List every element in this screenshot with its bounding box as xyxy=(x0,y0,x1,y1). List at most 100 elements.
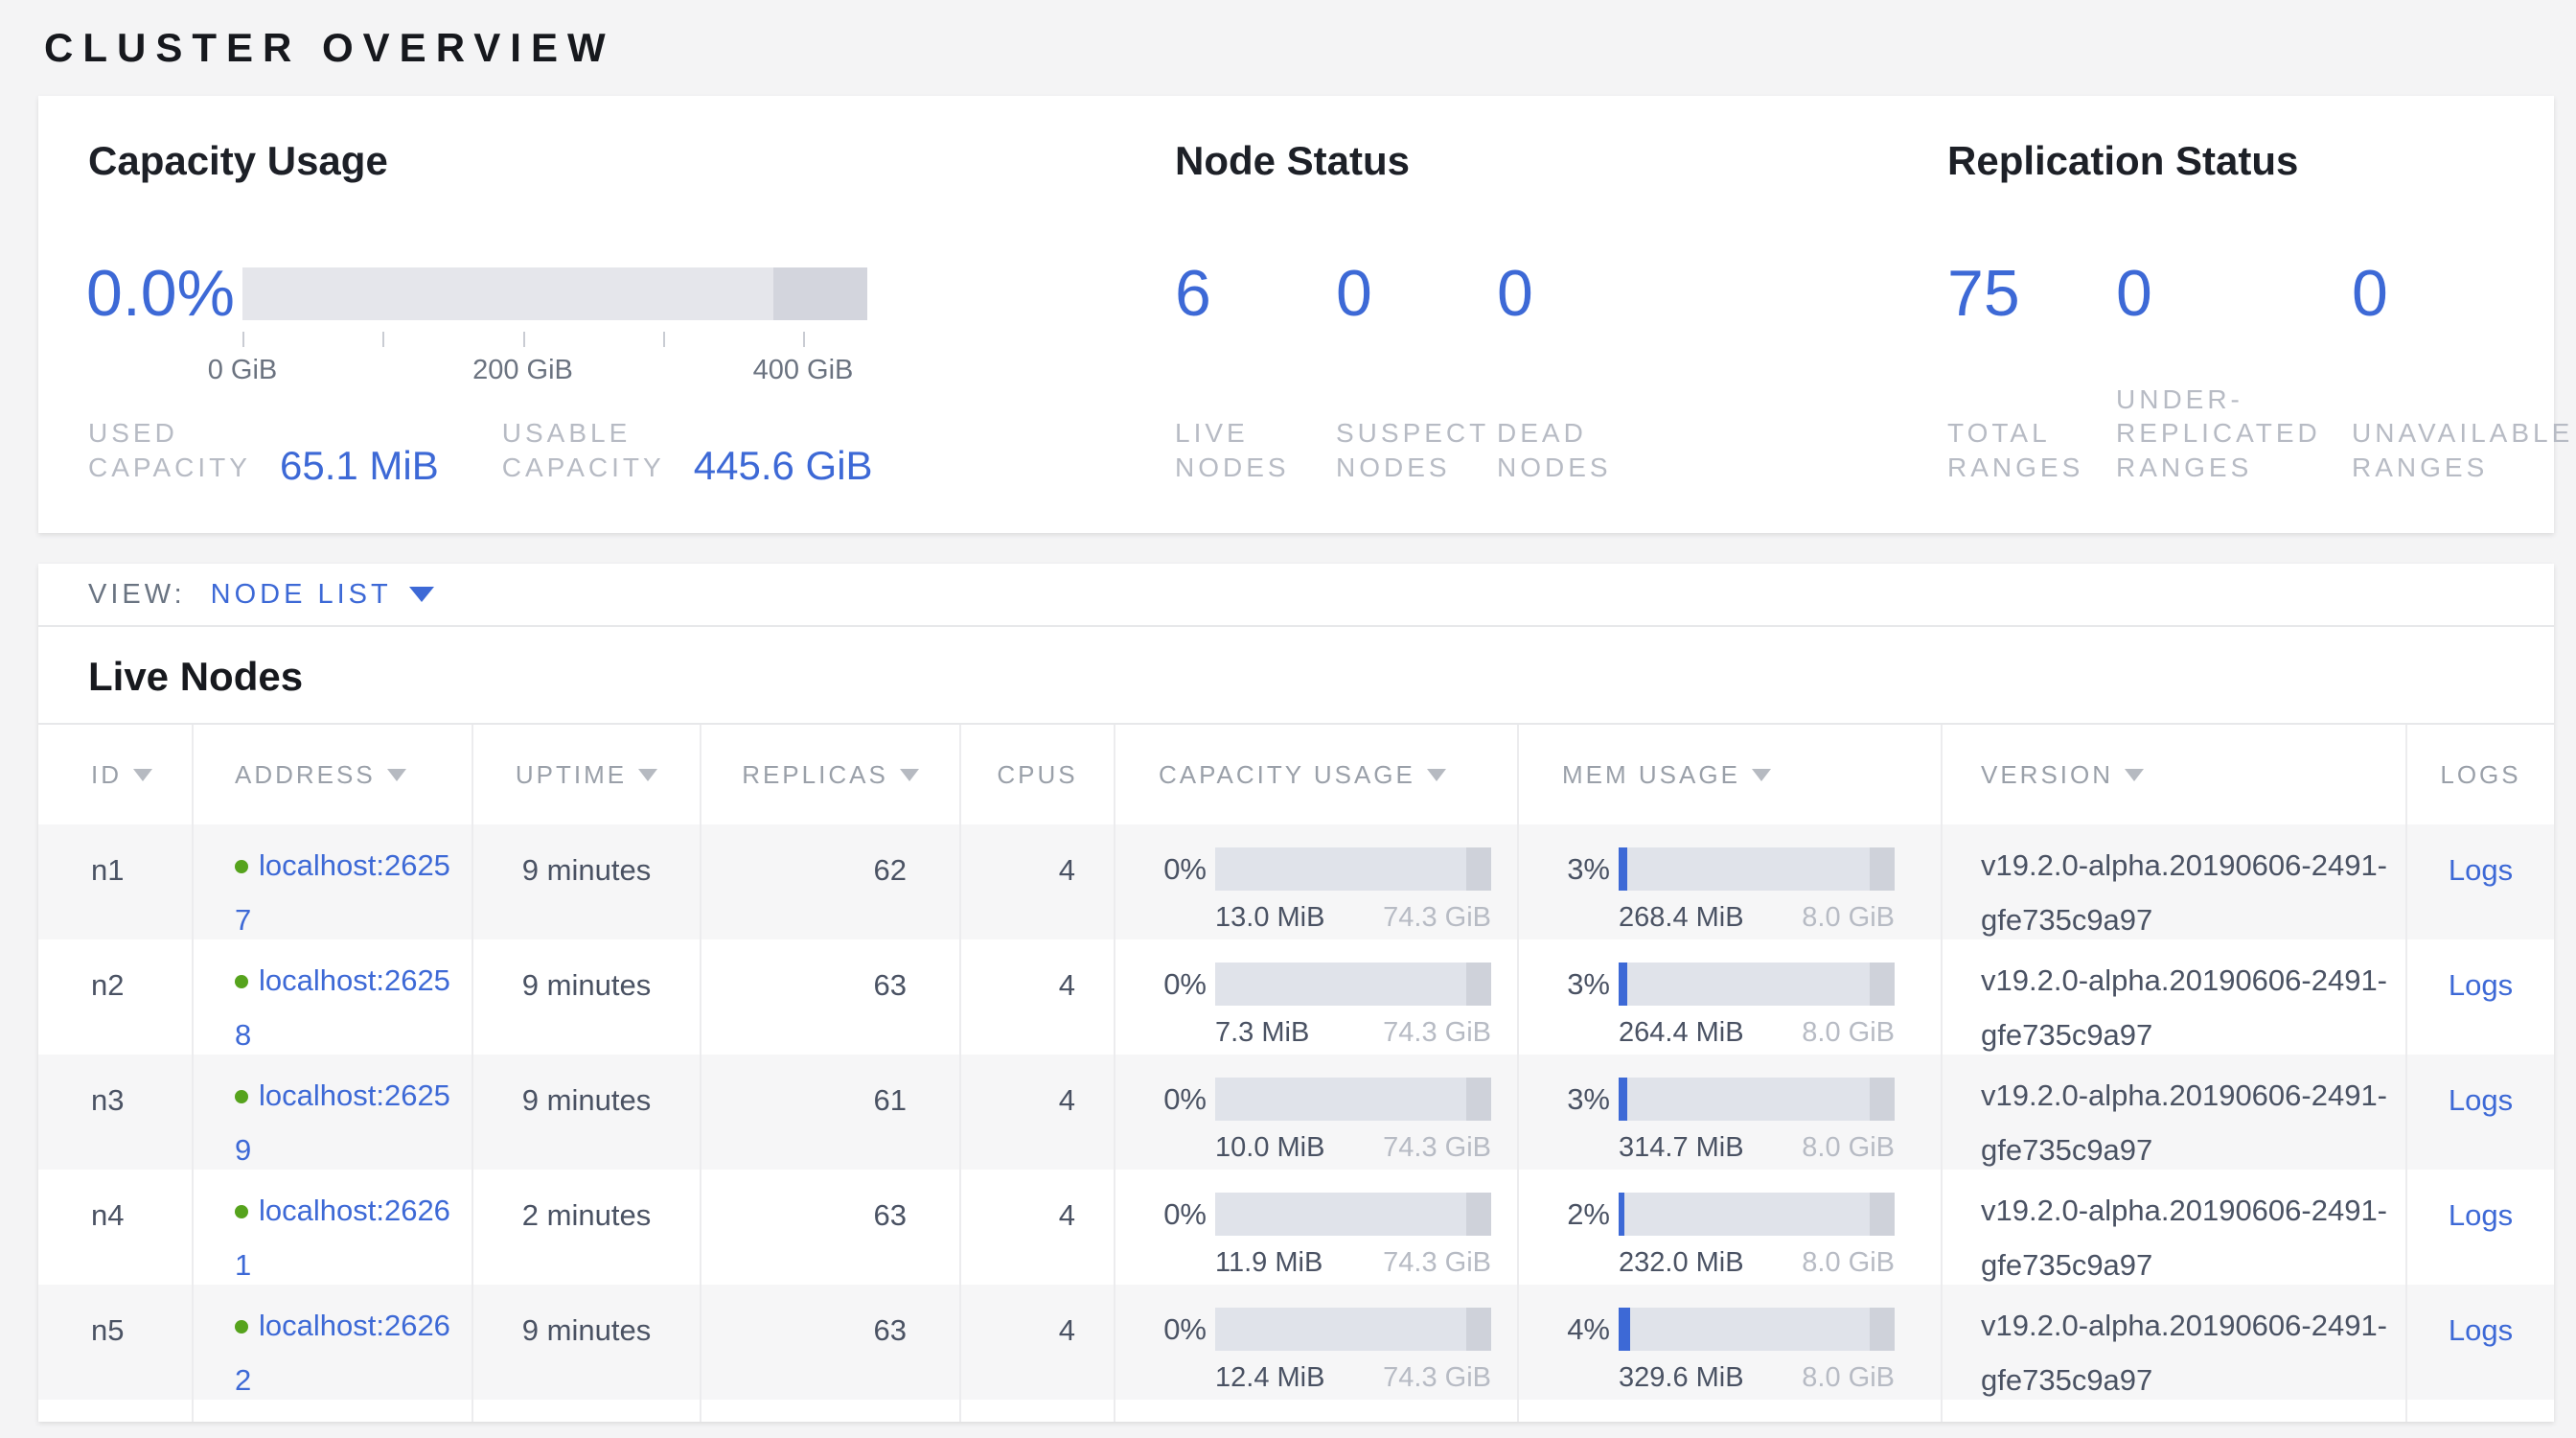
memory-total-text: 8.0 GiB xyxy=(1802,902,1895,934)
node-replicas-cell: 63 xyxy=(700,939,959,1055)
logs-link[interactable]: Logs xyxy=(2449,1313,2513,1347)
memory-mini-bar xyxy=(1619,963,1895,1006)
table-row: n5 localhost:26262 9 minutes 63 4 0% 12.… xyxy=(38,1285,2554,1400)
logs-link[interactable]: Logs xyxy=(2449,1083,2513,1117)
under-replicated-ranges-stat: 0 UNDER-REPLICATED RANGES xyxy=(2116,257,2352,485)
column-header-label: VERSION xyxy=(1981,760,2113,790)
capacity-total-text: 74.3 GiB xyxy=(1383,1132,1491,1164)
sort-arrow-icon xyxy=(1752,769,1771,781)
node-address-cell: localhost:26262 xyxy=(192,1285,472,1400)
memory-used-text: 268.4 MiB xyxy=(1619,902,1744,934)
node-address-text: localhost:26259 xyxy=(235,1078,450,1167)
capacity-mini-bar xyxy=(1215,1078,1491,1121)
node-address-text: localhost:26257 xyxy=(235,848,450,937)
memory-mini-bar xyxy=(1619,1078,1895,1121)
column-header-label: CPUS xyxy=(997,760,1077,790)
node-memory-cell: 2% 232.0 MiB 8.0 GiB xyxy=(1517,1170,1941,1285)
node-address-link[interactable]: localhost:26262 xyxy=(235,1298,459,1400)
node-address-link[interactable]: localhost:26257 xyxy=(235,838,459,939)
node-replicas-cell: 62 xyxy=(700,824,959,939)
logs-link[interactable]: Logs xyxy=(2449,1198,2513,1232)
node-address-cell: localhost:26258 xyxy=(192,939,472,1055)
suspect-nodes-value: 0 xyxy=(1336,257,1497,330)
node-live-dot-icon xyxy=(235,1090,248,1103)
sort-arrow-icon xyxy=(900,769,919,781)
node-memory-cell: 3% 268.4 MiB 8.0 GiB xyxy=(1517,824,1941,939)
column-header[interactable]: VERSION xyxy=(1941,725,2405,824)
node-address-link[interactable]: localhost:26259 xyxy=(235,1068,459,1170)
node-capacity-cell: 0% 7.3 MiB 74.3 GiB xyxy=(1114,939,1517,1055)
logs-link[interactable]: Logs xyxy=(2449,853,2513,887)
column-header[interactable]: CPUS xyxy=(959,725,1114,824)
node-address-text: localhost:26262 xyxy=(235,1309,450,1397)
node-capacity-cell: 0% 11.9 MiB 74.3 GiB xyxy=(1114,1170,1517,1285)
memory-percent-label: 2% xyxy=(1562,1197,1610,1232)
column-header-label: LOGS xyxy=(2440,760,2520,790)
unavailable-ranges-value: 0 xyxy=(2352,257,2576,330)
capacity-used-text: 13.0 MiB xyxy=(1215,902,1324,934)
memory-mini-bar-fill xyxy=(1619,1308,1630,1351)
node-address-link[interactable]: localhost:26258 xyxy=(235,953,459,1055)
usable-capacity-stat: USABLE CAPACITY 445.6 GiB xyxy=(502,416,873,485)
column-header[interactable]: MEM USAGE xyxy=(1517,725,1941,824)
node-logs-cell: Logs xyxy=(2405,939,2554,1055)
node-cpus-cell: 4 xyxy=(959,939,1114,1055)
table-row: n1 localhost:26257 9 minutes 62 4 0% 13.… xyxy=(38,824,2554,939)
node-id-cell: n3 xyxy=(38,1055,192,1170)
column-header[interactable]: LOGS xyxy=(2405,725,2554,824)
node-capacity-cell: 0% 10.0 MiB 74.3 GiB xyxy=(1114,1055,1517,1170)
column-header[interactable]: REPLICAS xyxy=(700,725,959,824)
table-body: n1 localhost:26257 9 minutes 62 4 0% 13.… xyxy=(38,824,2554,1422)
view-bar: VIEW: NODE LIST xyxy=(38,564,2554,627)
memory-percent-label: 3% xyxy=(1562,852,1610,887)
node-cpus-cell: 4 xyxy=(959,1285,1114,1400)
capacity-mini-bar xyxy=(1215,963,1491,1006)
total-ranges-label: TOTAL RANGES xyxy=(1947,416,2091,485)
node-uptime-cell: 9 minutes xyxy=(472,1055,700,1170)
column-header[interactable]: UPTIME xyxy=(472,725,700,824)
column-header[interactable]: ADDRESS xyxy=(192,725,472,824)
capacity-legend: USED CAPACITY 65.1 MiB USABLE CAPACITY 4… xyxy=(88,399,873,485)
node-live-dot-icon xyxy=(235,1320,248,1334)
unavailable-ranges-stat: 0 UNAVAILABLE RANGES xyxy=(2352,257,2576,485)
under-replicated-ranges-value: 0 xyxy=(2116,257,2352,330)
node-address-link[interactable]: localhost:26261 xyxy=(235,1183,459,1285)
node-uptime-cell: 9 minutes xyxy=(472,824,700,939)
capacity-usage-bar xyxy=(242,267,867,320)
node-live-dot-icon xyxy=(235,975,248,988)
memory-total-text: 8.0 GiB xyxy=(1802,1017,1895,1049)
memory-mini-bar xyxy=(1619,1193,1895,1236)
node-replicas-cell: 63 xyxy=(700,1285,959,1400)
view-label: VIEW: xyxy=(88,579,186,611)
node-capacity-cell: 0% 13.0 MiB 74.3 GiB xyxy=(1114,824,1517,939)
view-selector-dropdown[interactable]: NODE LIST xyxy=(211,579,434,611)
replication-status-stats: 75 TOTAL RANGES 0 UNDER-REPLICATED RANGE… xyxy=(1947,257,2576,485)
column-header[interactable]: CAPACITY USAGE xyxy=(1114,725,1517,824)
memory-used-text: 264.4 MiB xyxy=(1619,1017,1744,1049)
node-memory-cell: 4% 329.6 MiB 8.0 GiB xyxy=(1517,1285,1941,1400)
capacity-mini-bar xyxy=(1215,847,1491,891)
memory-percent-label: 3% xyxy=(1562,1082,1610,1117)
tick-label-400: 400 GiB xyxy=(753,355,854,386)
node-logs-cell: Logs xyxy=(2405,1170,2554,1285)
capacity-total-text: 74.3 GiB xyxy=(1383,1362,1491,1394)
capacity-total-text: 74.3 GiB xyxy=(1383,1017,1491,1049)
dead-nodes-label: DEAD NODES xyxy=(1497,416,1622,485)
node-logs-cell: Logs xyxy=(2405,824,2554,939)
capacity-usage-title: Capacity Usage xyxy=(88,138,388,184)
suspect-nodes-stat: 0 SUSPECT NODES xyxy=(1336,257,1497,485)
node-address-cell: localhost:26257 xyxy=(192,824,472,939)
node-id-cell: n2 xyxy=(38,939,192,1055)
page-title: CLUSTER OVERVIEW xyxy=(44,25,615,71)
capacity-percent-label: 0% xyxy=(1159,967,1207,1002)
memory-total-text: 8.0 GiB xyxy=(1802,1362,1895,1394)
capacity-used-text: 7.3 MiB xyxy=(1215,1017,1309,1049)
logs-link[interactable]: Logs xyxy=(2449,968,2513,1002)
column-header[interactable]: ID xyxy=(38,725,192,824)
node-version-cell: v19.2.0-alpha.20190606-2491-gfe735c9a97 xyxy=(1941,1285,2405,1400)
node-replicas-cell: 61 xyxy=(700,1055,959,1170)
capacity-axis-ticks xyxy=(242,332,803,347)
node-uptime-cell: 2 minutes xyxy=(472,1170,700,1285)
node-logs-cell: Logs xyxy=(2405,1285,2554,1400)
table-row: n3 localhost:26259 9 minutes 61 4 0% 10.… xyxy=(38,1055,2554,1170)
